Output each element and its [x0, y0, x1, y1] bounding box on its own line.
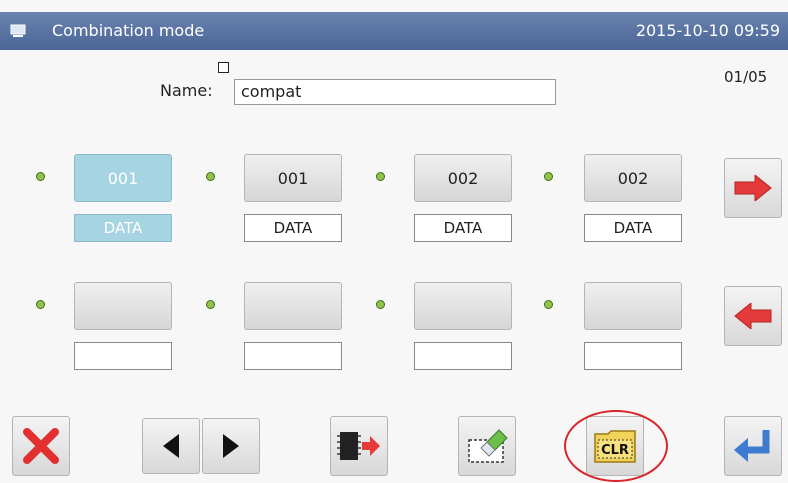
arrow-right-icon — [734, 175, 772, 201]
title-bar: Combination mode 2015-10-10 09:59 — [0, 12, 788, 50]
status-dot-icon — [36, 172, 45, 181]
cancel-button[interactable] — [12, 416, 70, 476]
pattern-button-1-3[interactable]: 002 — [414, 154, 512, 202]
datetime: 2015-10-10 09:59 — [635, 21, 780, 40]
erase-button[interactable] — [458, 416, 516, 476]
next-page-button[interactable] — [724, 158, 782, 218]
triangle-right-icon — [223, 434, 239, 458]
data-box-2-2[interactable] — [244, 342, 342, 370]
pattern-button-2-1[interactable] — [74, 282, 172, 330]
data-box-1-1[interactable]: DATA — [74, 214, 172, 242]
status-dot-icon — [376, 300, 385, 309]
data-box-1-3[interactable]: DATA — [414, 214, 512, 242]
highlight-ring — [564, 410, 668, 482]
status-dot-icon — [206, 300, 215, 309]
nav-left-button[interactable] — [142, 418, 200, 474]
triangle-left-icon — [163, 434, 179, 458]
data-box-2-4[interactable] — [584, 342, 682, 370]
page-indicator: 01/05 — [724, 68, 768, 86]
data-box-1-2[interactable]: DATA — [244, 214, 342, 242]
status-dot-icon — [206, 172, 215, 181]
enter-icon — [734, 430, 770, 462]
pattern-button-2-2[interactable] — [244, 282, 342, 330]
data-box-1-4[interactable]: DATA — [584, 214, 682, 242]
close-icon — [23, 428, 59, 464]
status-dot-icon — [376, 172, 385, 181]
window-icon — [10, 24, 26, 37]
pattern-button-1-4[interactable]: 002 — [584, 154, 682, 202]
name-input[interactable]: compat — [234, 79, 556, 105]
prev-page-button[interactable] — [724, 286, 782, 346]
enter-button[interactable] — [724, 416, 782, 476]
status-dot-icon — [544, 300, 553, 309]
nav-right-button[interactable] — [202, 418, 260, 474]
pattern-button-1-2[interactable]: 001 — [244, 154, 342, 202]
window-title: Combination mode — [52, 21, 205, 40]
pattern-button-2-4[interactable] — [584, 282, 682, 330]
data-box-2-3[interactable] — [414, 342, 512, 370]
arrow-left-icon — [734, 303, 772, 329]
chip-write-icon — [337, 432, 380, 460]
pattern-button-2-3[interactable] — [414, 282, 512, 330]
eraser-icon — [468, 429, 508, 463]
name-label: Name: — [160, 81, 213, 100]
status-dot-icon — [544, 172, 553, 181]
data-box-2-1[interactable] — [74, 342, 172, 370]
pattern-button-1-1[interactable]: 001 — [74, 154, 172, 202]
status-dot-icon — [36, 300, 45, 309]
name-checkbox[interactable] — [218, 62, 229, 73]
write-button[interactable] — [330, 416, 388, 476]
